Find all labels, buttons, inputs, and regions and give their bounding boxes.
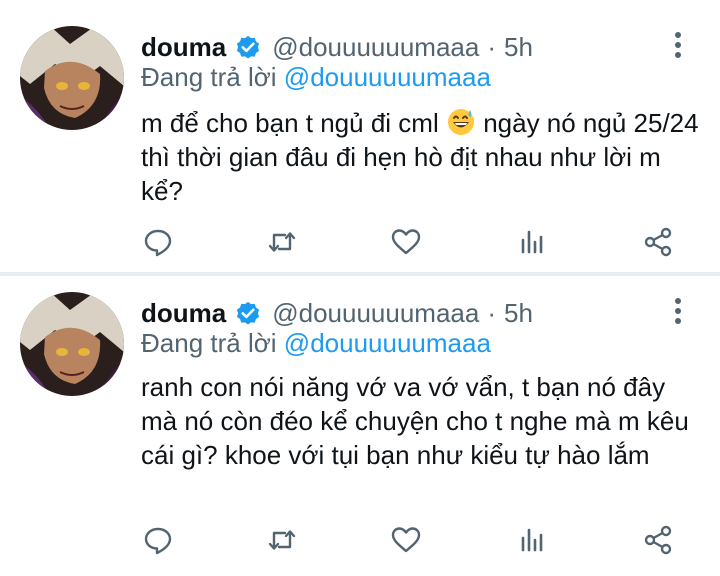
reply-icon[interactable] (140, 522, 176, 558)
grinning-face-with-sweat-icon (446, 107, 476, 137)
replying-to-label: Đang trả lời (141, 62, 277, 92)
share-icon[interactable] (640, 224, 676, 260)
avatar[interactable] (20, 292, 124, 396)
author-name[interactable]: douma (141, 32, 226, 63)
heart-icon[interactable] (388, 522, 424, 558)
more-vertical-icon[interactable] (666, 30, 690, 60)
timestamp[interactable]: 5h (504, 32, 533, 63)
replying-to-label: Đang trả lời (141, 328, 277, 358)
reply-mention-link[interactable]: @douuuuuumaaa (284, 328, 491, 358)
separator-dot: · (487, 297, 497, 328)
avatar[interactable] (20, 26, 124, 130)
tweet-text-part: m để cho bạn t ngủ đi cml (141, 108, 439, 138)
retweet-icon[interactable] (264, 522, 300, 558)
author-handle[interactable]: @douuuuuumaaa (272, 298, 479, 329)
reply-mention-link[interactable]: @douuuuuumaaa (284, 62, 491, 92)
more-vertical-icon[interactable] (666, 296, 690, 326)
tweet-text: ranh con nói năng vớ va vớ vẩn, t bạn nó… (141, 372, 689, 470)
replying-to: Đang trả lời @douuuuuumaaa (141, 62, 491, 96)
tweet-text: m để cho bạn t ngủ đi cml ngày nó ngủ 25… (141, 106, 706, 208)
replying-to: Đang trả lời @douuuuuumaaa (141, 328, 491, 362)
tweet-actions (140, 224, 680, 264)
tweet-header: douma @douuuuuumaaa · 5h (141, 30, 533, 64)
author-handle[interactable]: @douuuuuumaaa (272, 32, 479, 63)
tweet[interactable]: douma @douuuuuumaaa · 5h Đang trả lời @d… (0, 276, 720, 576)
heart-icon[interactable] (388, 224, 424, 260)
reply-icon[interactable] (140, 224, 176, 260)
tweet-actions (140, 522, 680, 562)
tweet[interactable]: douma @douuuuuumaaa · 5h Đang trả lời @d… (0, 0, 720, 272)
share-icon[interactable] (640, 522, 676, 558)
verified-badge-icon (234, 33, 262, 61)
analytics-icon[interactable] (514, 522, 550, 558)
timestamp[interactable]: 5h (504, 298, 533, 329)
tweet-header: douma @douuuuuumaaa · 5h (141, 296, 533, 330)
retweet-icon[interactable] (264, 224, 300, 260)
separator-dot: · (487, 31, 497, 62)
author-name[interactable]: douma (141, 298, 226, 329)
verified-badge-icon (234, 299, 262, 327)
analytics-icon[interactable] (514, 224, 550, 260)
